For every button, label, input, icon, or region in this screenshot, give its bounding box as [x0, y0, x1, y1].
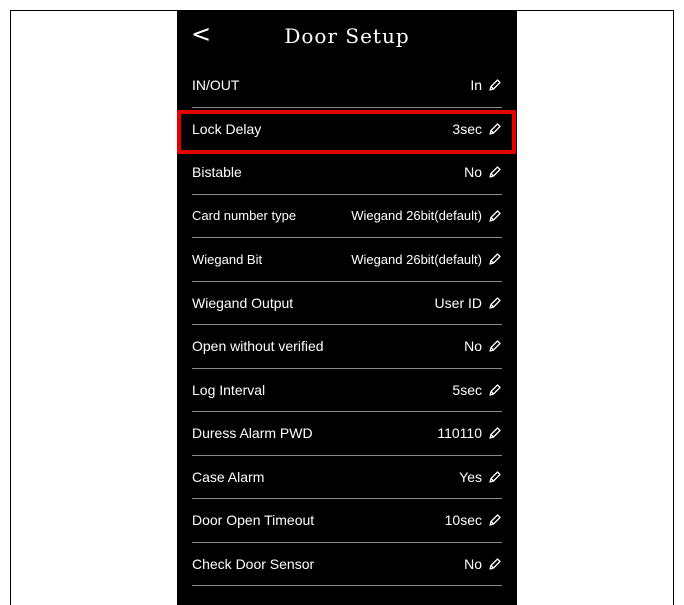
pencil-icon[interactable]: [488, 339, 502, 353]
setting-row-open-without-verified[interactable]: Open without verified No: [192, 325, 502, 369]
pencil-icon[interactable]: [488, 78, 502, 92]
setting-label: Check Door Sensor: [192, 555, 315, 572]
setting-value: Yes: [459, 468, 482, 485]
setting-row-bistable[interactable]: Bistable No: [192, 151, 502, 195]
setting-label: Open without verified: [192, 338, 324, 355]
setting-value: Wiegand 26bit(default): [351, 251, 482, 267]
setting-value: Wiegand 26bit(default): [351, 208, 482, 224]
setting-label: Bistable: [192, 164, 242, 181]
pencil-icon[interactable]: [488, 296, 502, 310]
setting-label: Lock Delay: [192, 120, 262, 137]
setting-label: Case Alarm: [192, 468, 265, 485]
settings-list: IN/OUT In Lock Delay 3sec Bistable No Ca…: [177, 64, 517, 586]
setting-label: Wiegand Output: [192, 294, 294, 311]
setting-value: User ID: [434, 294, 482, 311]
pencil-icon[interactable]: [488, 470, 502, 484]
setting-row-log-interval[interactable]: Log Interval 5sec: [192, 369, 502, 412]
setting-label: Duress Alarm PWD: [192, 425, 313, 442]
setting-value: No: [464, 555, 482, 572]
setting-label: Log Interval: [192, 381, 266, 398]
pencil-icon[interactable]: [488, 209, 502, 223]
pencil-icon[interactable]: [488, 252, 502, 266]
pencil-icon[interactable]: [488, 122, 502, 136]
page-title: Door Setup: [284, 24, 410, 48]
setting-value: No: [464, 338, 482, 355]
setting-label: Door Open Timeout: [192, 512, 315, 529]
setting-value: 3sec: [452, 120, 482, 137]
setting-row-in-out[interactable]: IN/OUT In: [192, 64, 502, 108]
pencil-icon[interactable]: [488, 426, 502, 440]
door-setup-screen: < Door Setup IN/OUT In Lock Delay 3sec B…: [177, 10, 517, 605]
pencil-icon[interactable]: [488, 383, 502, 397]
setting-row-case-alarm[interactable]: Case Alarm Yes: [192, 456, 502, 499]
setting-label: IN/OUT: [192, 77, 240, 94]
setting-label: Wiegand Bit: [192, 251, 263, 267]
header: < Door Setup: [177, 10, 517, 64]
setting-value: No: [464, 164, 482, 181]
setting-row-wiegand-bit[interactable]: Wiegand Bit Wiegand 26bit(default): [192, 238, 502, 282]
setting-row-card-number-type[interactable]: Card number type Wiegand 26bit(default): [192, 195, 502, 238]
setting-value: In: [470, 77, 482, 94]
pencil-icon[interactable]: [488, 557, 502, 571]
setting-row-lock-delay[interactable]: Lock Delay 3sec: [192, 108, 502, 151]
setting-row-wiegand-output[interactable]: Wiegand Output User ID: [192, 282, 502, 325]
setting-value: 10sec: [444, 512, 482, 529]
setting-value: 110110: [437, 425, 482, 442]
setting-row-duress-alarm-pwd[interactable]: Duress Alarm PWD 110110: [192, 412, 502, 456]
setting-row-door-open-timeout[interactable]: Door Open Timeout 10sec: [192, 499, 502, 543]
setting-row-check-door-sensor[interactable]: Check Door Sensor No: [192, 543, 502, 586]
pencil-icon[interactable]: [488, 165, 502, 179]
setting-value: 5sec: [452, 381, 482, 398]
pencil-icon[interactable]: [488, 513, 502, 527]
setting-label: Card number type: [192, 208, 297, 224]
